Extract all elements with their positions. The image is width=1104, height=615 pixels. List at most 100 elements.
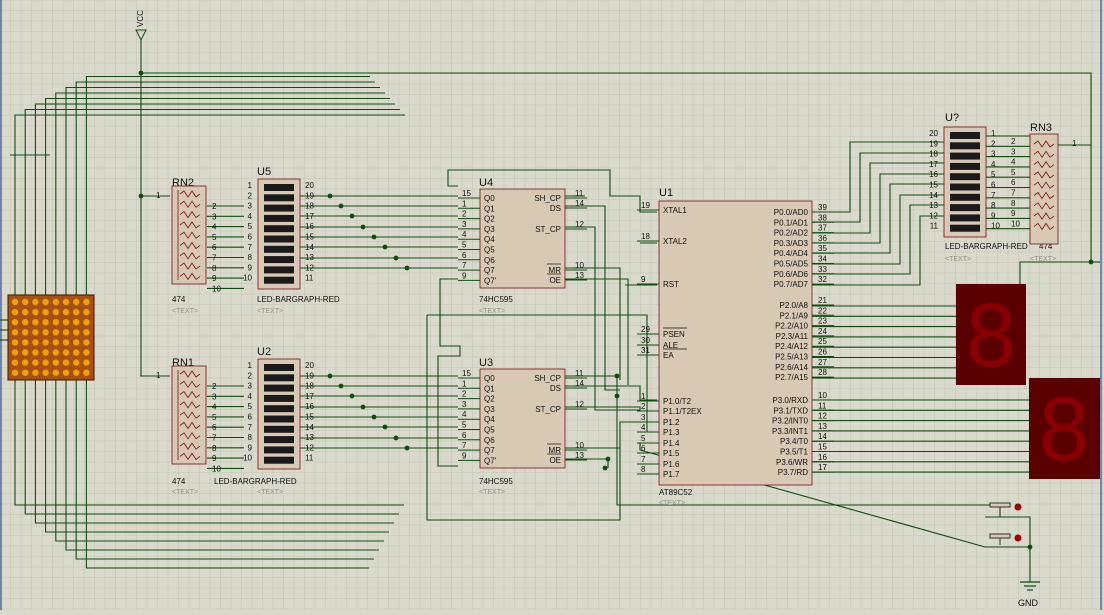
- pin-name: P1.1/T2EX: [663, 407, 702, 416]
- pin-name: OE: [549, 276, 561, 285]
- bargraph-pin-right: 3: [991, 150, 996, 159]
- pin-number: 11: [818, 401, 827, 410]
- u7-model: LED-BARGRAPH-RED: [945, 242, 1028, 251]
- bargraph-pin-left: 8: [248, 433, 253, 442]
- u1-text-placeholder: <TEXT>: [659, 500, 685, 507]
- junction-dot: [404, 445, 410, 451]
- bargraph-pin-right: 16: [305, 222, 314, 231]
- led-bargraph-u2[interactable]: U2 LED-BARGRAPH-RED <TEXT> 1234567891020…: [214, 346, 314, 496]
- pin-number: 10: [575, 441, 584, 450]
- pin-name: P3.4/T0: [780, 437, 809, 446]
- pin-name: Q5: [484, 246, 495, 255]
- pin-name: P2.2/A10: [775, 322, 808, 331]
- wire: [45, 380, 389, 533]
- shift-register-u3[interactable]: U3 74HC595 <TEXT> 15 Q0 1 Q1 2 Q2 3 Q3 4 Q4 5 Q5 6 Q6…: [458, 357, 587, 496]
- matrix-led: [22, 319, 29, 326]
- led-segment: [950, 183, 980, 191]
- matrix-led: [73, 308, 80, 316]
- pin-name: ST_CP: [535, 225, 561, 234]
- pin-number: 1: [462, 379, 467, 388]
- matrix-led: [22, 329, 29, 336]
- pin-name: Q0: [484, 374, 495, 383]
- junction-dot: [404, 265, 410, 271]
- pin-number: 13: [818, 422, 827, 431]
- seven-segment-display-1[interactable]: 8: [956, 284, 1026, 386]
- push-button-2[interactable]: [985, 533, 1030, 548]
- pin-name: P1.7: [663, 470, 680, 479]
- rn-pin-number: 8: [212, 444, 217, 453]
- matrix-led: [83, 319, 90, 326]
- bargraph-pin-right: 13: [305, 253, 314, 262]
- seven-segment-display-2[interactable]: 8: [1029, 378, 1100, 480]
- pin-name: P0.2/AD2: [774, 229, 809, 238]
- pin-number: 3: [641, 413, 646, 422]
- u3-ref: U3: [479, 357, 493, 369]
- bargraph-pin-left: 15: [929, 181, 938, 190]
- vcc-terminal[interactable]: VCC: [135, 10, 147, 42]
- matrix-led: [42, 369, 49, 376]
- matrix-led: [73, 329, 80, 336]
- led-segment: [950, 193, 980, 201]
- wire: [140, 73, 160, 377]
- pin-name: P2.0/A8: [780, 301, 809, 310]
- junction-dot: [338, 383, 344, 389]
- bargraph-pin-right: 17: [305, 212, 314, 221]
- pin-name: P1.2: [663, 418, 680, 427]
- bargraph-pin-left: 20: [929, 129, 938, 138]
- matrix-led: [22, 308, 29, 316]
- microcontroller-u1[interactable]: U1 AT89C52 <TEXT> 19XTAL118XTAL29RST29PS…: [637, 187, 834, 507]
- push-button-1[interactable]: [985, 502, 1022, 518]
- matrix-led: [11, 319, 19, 326]
- pin-name: P3.0/RXD: [772, 396, 808, 405]
- junction-dot: [349, 213, 355, 219]
- components: VCC GND 8 8 RN2 474 <TEXT> 1 2345678910 …: [7, 10, 1100, 608]
- pin-number: 31: [641, 346, 650, 355]
- matrix-led: [62, 369, 70, 376]
- pin-name: Q6: [484, 256, 495, 265]
- led-segment: [950, 152, 980, 160]
- pin-name: P1.4: [663, 439, 680, 448]
- pin-name: Q1: [484, 204, 495, 213]
- u2-model: LED-BARGRAPH-RED: [214, 477, 297, 486]
- bargraph-pin-right: 15: [305, 233, 314, 242]
- u3-model: 74HC595: [479, 477, 513, 486]
- pin-name: Q4: [484, 235, 495, 244]
- pin-number: 6: [462, 251, 467, 260]
- matrix-led: [62, 319, 70, 326]
- matrix-led: [11, 359, 19, 366]
- pin-number: 3: [462, 220, 467, 229]
- rn-body: [171, 185, 207, 285]
- u4-text-placeholder: <TEXT>: [479, 308, 505, 315]
- led-segment: [264, 266, 294, 274]
- rn-pin-number: 2: [212, 382, 217, 391]
- pin-name: XTAL1: [663, 206, 687, 215]
- pin-number: 15: [462, 189, 471, 198]
- pin-name: Q2: [484, 395, 495, 404]
- bargraph-pin-left: 2: [248, 371, 253, 380]
- u2-ref: U2: [257, 346, 271, 358]
- matrix-led: [73, 339, 80, 346]
- led-matrix[interactable]: [7, 294, 95, 381]
- pin-number: 14: [575, 199, 584, 208]
- junction-dot: [614, 393, 620, 399]
- matrix-led: [52, 298, 59, 306]
- led-segment: [950, 224, 980, 232]
- bargraph-pin-left: 6: [248, 233, 253, 242]
- bargraph-pin-right: 7: [991, 191, 996, 200]
- pin-name: Q7: [484, 446, 495, 455]
- pin-name: P3.3/INT1: [772, 427, 809, 436]
- pin-number: 2: [641, 402, 646, 411]
- pin-name: Q7': [484, 456, 497, 465]
- pin-number: 19: [641, 201, 650, 210]
- matrix-led: [11, 369, 19, 376]
- rn-pin-number: 3: [212, 212, 217, 221]
- bargraph-pin-left: 17: [929, 160, 938, 169]
- pin-number: 33: [818, 265, 827, 274]
- rn-pin-number: 6: [212, 423, 217, 432]
- pin-number: 38: [818, 213, 827, 222]
- pin-name: Q4: [484, 415, 495, 424]
- rn-pin-number: 10: [212, 464, 221, 473]
- matrix-led: [32, 298, 39, 306]
- junction-dot: [360, 404, 366, 410]
- junction-dot: [327, 193, 333, 199]
